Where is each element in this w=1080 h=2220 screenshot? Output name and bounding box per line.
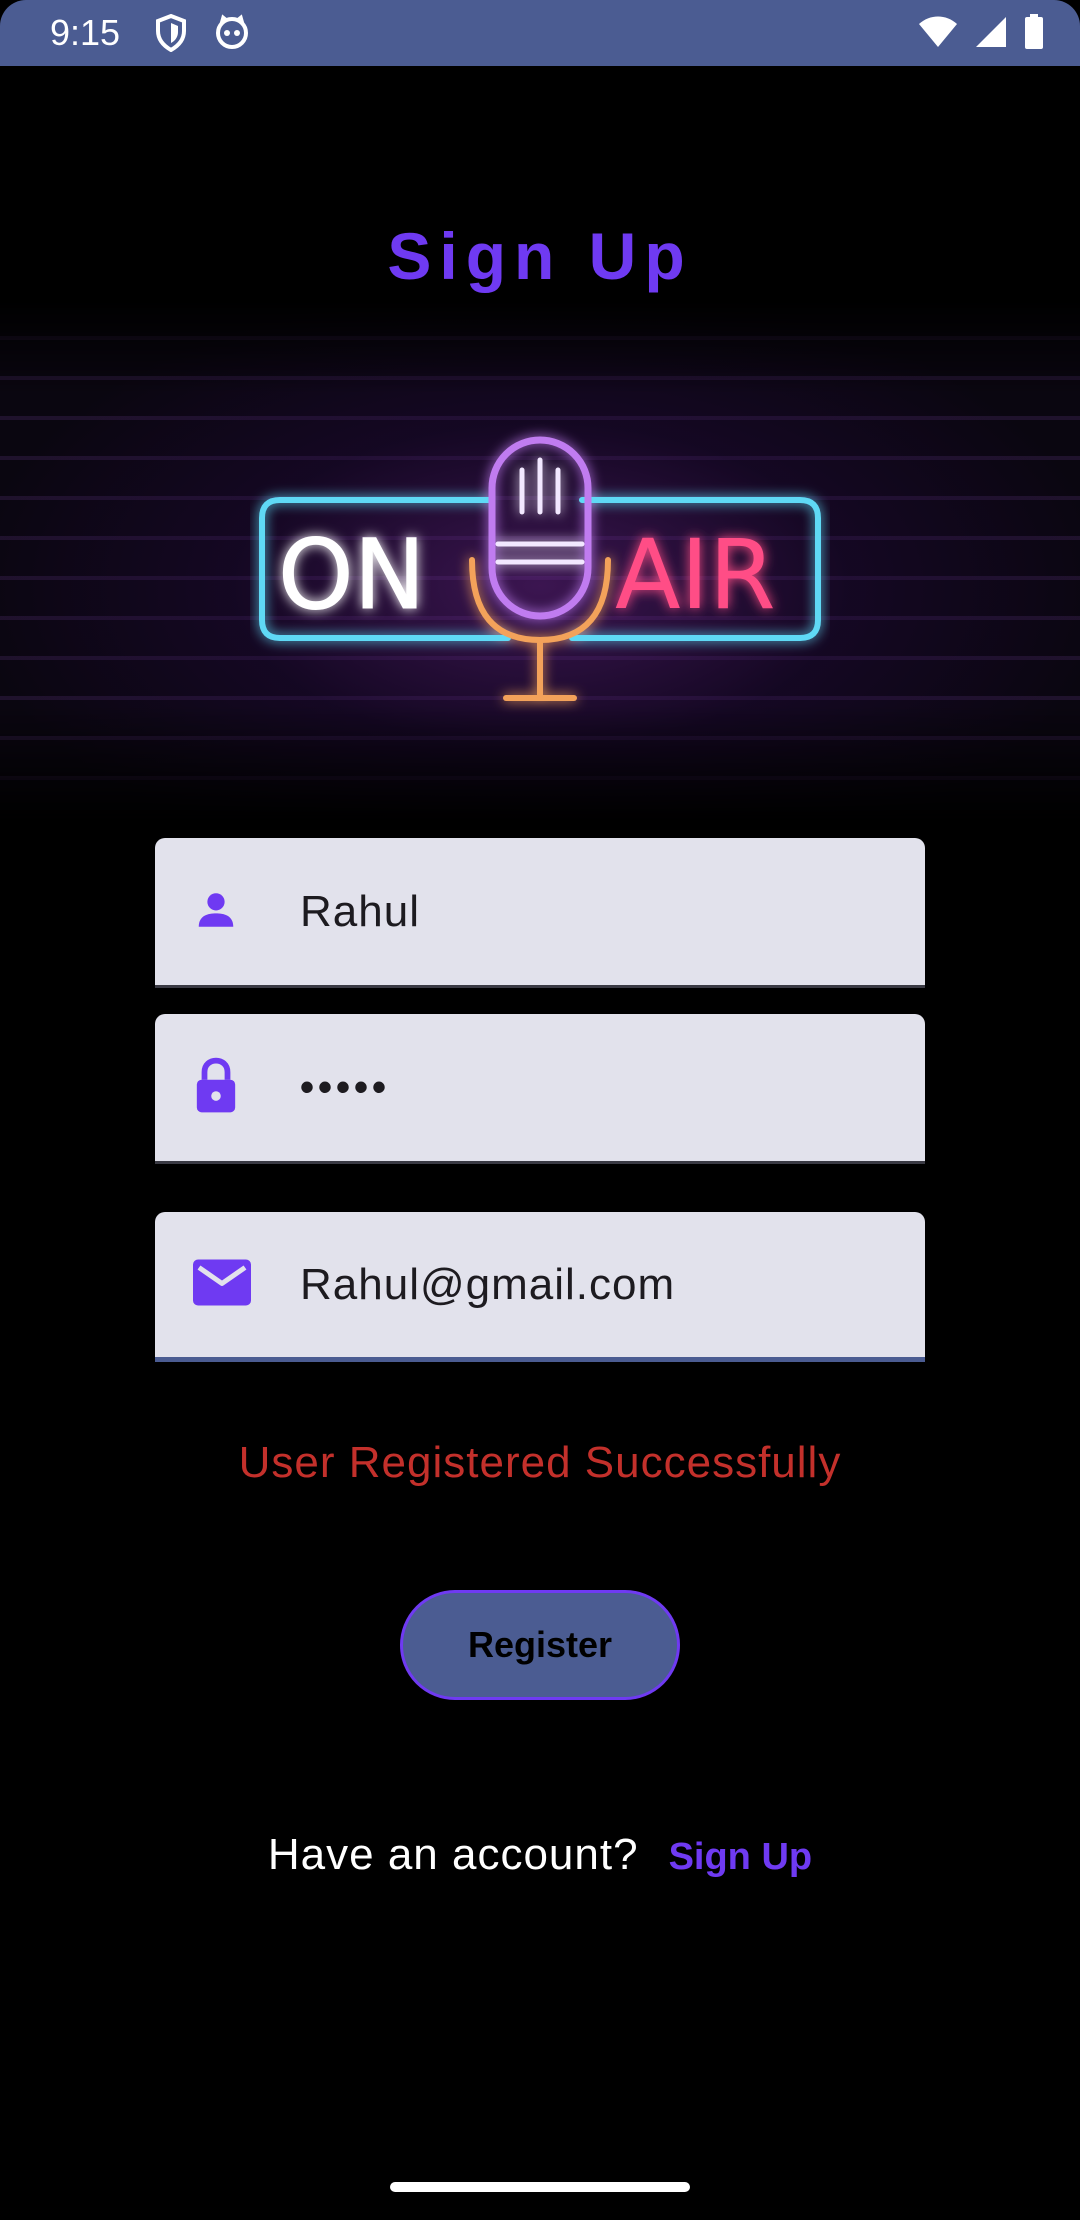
status-time: 9:15 — [50, 12, 121, 53]
shield-icon — [155, 13, 187, 57]
home-indicator[interactable] — [390, 2182, 690, 2192]
logo-on-text: ON — [278, 519, 425, 631]
password-value: ••••• — [300, 1065, 391, 1109]
cat-face-icon — [214, 14, 250, 55]
footer: Have an account? Sign Up — [0, 1830, 1080, 1880]
wifi-icon — [918, 15, 958, 54]
username-value: Rahul — [300, 886, 420, 936]
email-icon — [193, 1259, 251, 1310]
status-message: User Registered Successfully — [238, 1438, 842, 1487]
username-field[interactable]: Rahul — [155, 838, 925, 988]
lock-icon — [193, 1056, 239, 1119]
page-title: Sign Up — [387, 219, 693, 293]
password-field[interactable]: ••••• — [155, 1014, 925, 1164]
email-value: Rahul@gmail.com — [300, 1259, 676, 1309]
register-button[interactable]: Register — [400, 1590, 680, 1700]
battery-icon — [1024, 14, 1044, 55]
logo-air-text: AIR — [615, 519, 776, 631]
on-air-logo: ON AIR — [259, 436, 821, 701]
email-field[interactable]: Rahul@gmail.com — [155, 1212, 925, 1362]
status-bar: 9:15 — [0, 0, 1080, 66]
cellular-signal-icon — [974, 15, 1008, 54]
have-account-text: Have an account? — [267, 1830, 639, 1879]
person-icon — [193, 886, 239, 937]
sign-up-link[interactable]: Sign Up — [669, 1836, 813, 1878]
